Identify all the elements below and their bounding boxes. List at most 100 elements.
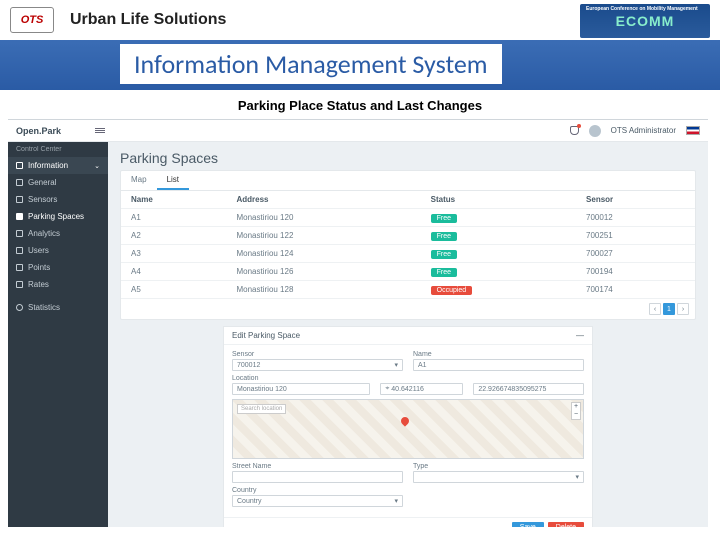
cell-address: Monastiriou 124 <box>226 245 420 263</box>
cell-sensor: 700251 <box>576 227 695 245</box>
location-map[interactable]: Search location +− <box>232 399 584 459</box>
map-search-input[interactable]: Search location <box>237 404 286 414</box>
cell-sensor: 700027 <box>576 245 695 263</box>
cell-name: A3 <box>121 245 226 263</box>
col-sensor[interactable]: Sensor <box>576 191 695 209</box>
cell-address: Monastiriou 126 <box>226 263 420 281</box>
slide-caption: Parking Place Status and Last Changes <box>0 90 720 119</box>
status-badge: Occupied <box>431 286 473 295</box>
type-select[interactable]: ▾ <box>413 471 584 483</box>
delete-button[interactable]: Delete <box>548 522 584 527</box>
sidebar-item-label: Points <box>28 263 50 272</box>
status-badge: Free <box>431 214 457 223</box>
sidebar-item-label: Information <box>28 161 68 170</box>
square-icon <box>16 264 23 271</box>
cell-status: Free <box>421 227 576 245</box>
cell-address: Monastiriou 128 <box>226 281 420 299</box>
pager-prev[interactable]: ‹ <box>649 303 661 315</box>
sidebar-item-general[interactable]: General <box>8 174 108 191</box>
sidebar-item-points[interactable]: Points <box>8 259 108 276</box>
sidebar-header: Control Center <box>8 142 108 157</box>
pager-page-1[interactable]: 1 <box>663 303 675 315</box>
cell-address: Monastiriou 120 <box>226 209 420 227</box>
sidebar-item-sensors[interactable]: Sensors <box>8 191 108 208</box>
cell-name: A4 <box>121 263 226 281</box>
sidebar-item-label: Sensors <box>28 195 57 204</box>
app-brand: Open.Park <box>16 126 61 136</box>
page-title: Parking Spaces <box>120 150 696 166</box>
table-row[interactable]: A3Monastiriou 124 Free 700027 <box>121 245 695 263</box>
info-icon <box>16 162 23 169</box>
table-row[interactable]: A2Monastiriou 122 Free 700251 <box>121 227 695 245</box>
tab-map[interactable]: Map <box>121 171 157 190</box>
ecomm-text: ECOMM <box>616 13 675 29</box>
cell-sensor: 700194 <box>576 263 695 281</box>
cell-name: A2 <box>121 227 226 245</box>
tabs: Map List <box>121 171 695 191</box>
address-input[interactable]: Monastiriou 120 <box>232 383 370 395</box>
sidebar-item-information[interactable]: Information ⌄ <box>8 157 108 174</box>
avatar[interactable] <box>589 125 601 137</box>
tab-list[interactable]: List <box>157 171 189 190</box>
col-name[interactable]: Name <box>121 191 226 209</box>
slide-header: OTS Urban Life Solutions European Confer… <box>0 0 720 40</box>
type-label: Type <box>413 463 584 470</box>
sidebar-item-analytics[interactable]: Analytics <box>8 225 108 242</box>
sensor-select[interactable]: 700012▾ <box>232 359 403 371</box>
name-input[interactable]: A1 <box>413 359 584 371</box>
country-select[interactable]: Country▾ <box>232 495 403 507</box>
sidebar-item-statistics[interactable]: Statistics <box>8 299 108 316</box>
square-icon <box>16 213 23 220</box>
cell-sensor: 700012 <box>576 209 695 227</box>
cell-status: Free <box>421 245 576 263</box>
sidebar-item-rates[interactable]: Rates <box>8 276 108 293</box>
map-zoom-controls[interactable]: +− <box>571 402 581 420</box>
save-button[interactable]: Save <box>512 522 544 527</box>
sidebar-item-users[interactable]: Users <box>8 242 108 259</box>
status-badge: Free <box>431 250 457 259</box>
app-topbar: Open.Park OTS Administrator <box>8 120 708 142</box>
edit-panel-title: Edit Parking Space <box>232 331 300 340</box>
street-label: Street Name <box>232 463 403 470</box>
ecomm-tagline: European Conference on Mobility Manageme… <box>586 6 698 12</box>
cell-status: Free <box>421 209 576 227</box>
table-row[interactable]: A4Monastiriou 126Free700194 <box>121 263 695 281</box>
square-icon <box>16 281 23 288</box>
title-bar: Information Management System <box>0 40 720 90</box>
table-row[interactable]: A1Monastiriou 120Free700012 <box>121 209 695 227</box>
main-content: Parking Spaces Map List Name Address Sta… <box>108 142 708 527</box>
cell-sensor: 700174 <box>576 281 695 299</box>
table-row[interactable]: A5Monastiriou 128Occupied700174 <box>121 281 695 299</box>
sidebar-item-label: Parking Spaces <box>28 212 84 221</box>
slide-subtitle: Urban Life Solutions <box>70 11 226 29</box>
col-status[interactable]: Status <box>421 191 576 209</box>
pager-next[interactable]: › <box>677 303 689 315</box>
ots-logo: OTS <box>10 7 54 33</box>
map-pin-icon[interactable] <box>399 416 410 427</box>
lng-input[interactable]: 22.926674835095275 <box>473 383 584 395</box>
lat-input[interactable]: ⌖40.642116 <box>380 383 463 395</box>
menu-toggle-icon[interactable] <box>95 128 105 133</box>
square-icon <box>16 230 23 237</box>
sidebar-item-parking-spaces[interactable]: Parking Spaces <box>8 208 108 225</box>
square-icon <box>16 179 23 186</box>
user-name[interactable]: OTS Administrator <box>611 126 676 135</box>
status-badge: Free <box>431 232 457 241</box>
chevron-down-icon: ⌄ <box>94 162 100 170</box>
location-label: Location <box>232 375 584 382</box>
col-address[interactable]: Address <box>226 191 420 209</box>
street-input[interactable] <box>232 471 403 483</box>
sidebar-item-label: Analytics <box>28 229 60 238</box>
sidebar-item-label: Users <box>28 246 49 255</box>
language-flag-icon[interactable] <box>686 126 700 135</box>
parking-table: Name Address Status Sensor A1Monastiriou… <box>121 191 695 299</box>
notification-bell-icon[interactable] <box>570 126 579 135</box>
collapse-icon[interactable]: — <box>576 331 584 340</box>
cell-status: Occupied <box>421 281 576 299</box>
list-panel: Map List Name Address Status Sensor A1Mo… <box>120 170 696 320</box>
edit-panel: Edit Parking Space — Sensor700012▾ NameA… <box>223 326 593 527</box>
cell-address: Monastiriou 122 <box>226 227 420 245</box>
sidebar: Control Center Information ⌄ General Sens… <box>8 142 108 527</box>
sidebar-item-label: General <box>28 178 56 187</box>
square-icon <box>16 196 23 203</box>
